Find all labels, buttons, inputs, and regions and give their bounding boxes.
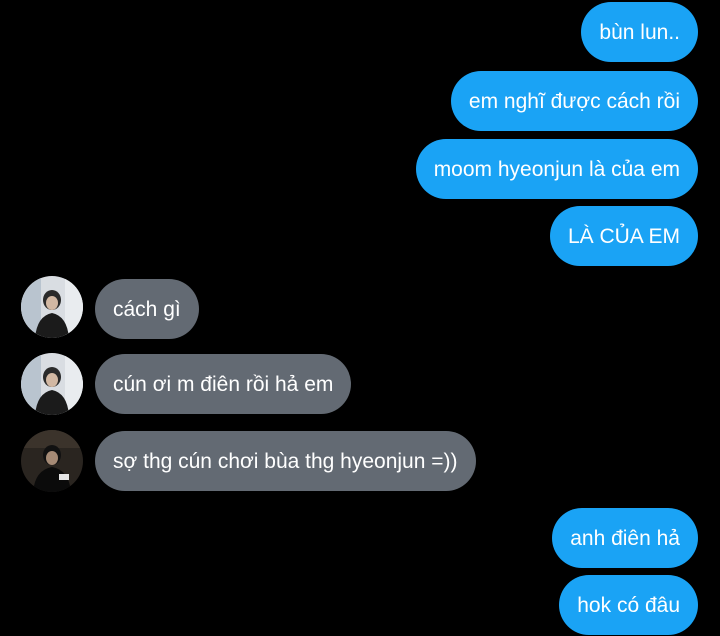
message-bubble-sent[interactable]: em nghĩ được cách rồi [450,71,698,131]
message-bubble-sent[interactable]: anh điên hả [552,508,698,568]
message-text: hok có đâu [577,593,680,617]
message-bubble-sent[interactable]: bùn lun.. [581,2,698,62]
message-bubble-sent[interactable]: LÀ CỦA EM [549,206,698,266]
contact-avatar[interactable] [21,430,83,492]
message-bubble-sent[interactable]: hok có đâu [559,575,698,635]
message-bubble-received[interactable]: cách gì [95,279,199,339]
message-text: LÀ CỦA EM [567,224,680,248]
message-text: moom hyeonjun là của em [433,157,680,181]
message-bubble-received[interactable]: sợ thg cún chơi bùa thg hyeonjun =)) [95,431,476,491]
message-text: sợ thg cún chơi bùa thg hyeonjun =)) [113,449,458,473]
message-bubble-sent[interactable]: moom hyeonjun là của em [415,139,698,199]
message-text: cách gì [113,297,181,321]
message-bubble-received[interactable]: cún ơi m điên rồi hả em [95,354,352,414]
message-text: anh điên hả [570,526,680,550]
contact-avatar[interactable] [21,276,83,338]
message-text: cún ơi m điên rồi hả em [113,372,334,396]
contact-avatar[interactable] [21,353,83,415]
message-text: bùn lun.. [599,20,680,44]
message-text: em nghĩ được cách rồi [468,89,680,113]
